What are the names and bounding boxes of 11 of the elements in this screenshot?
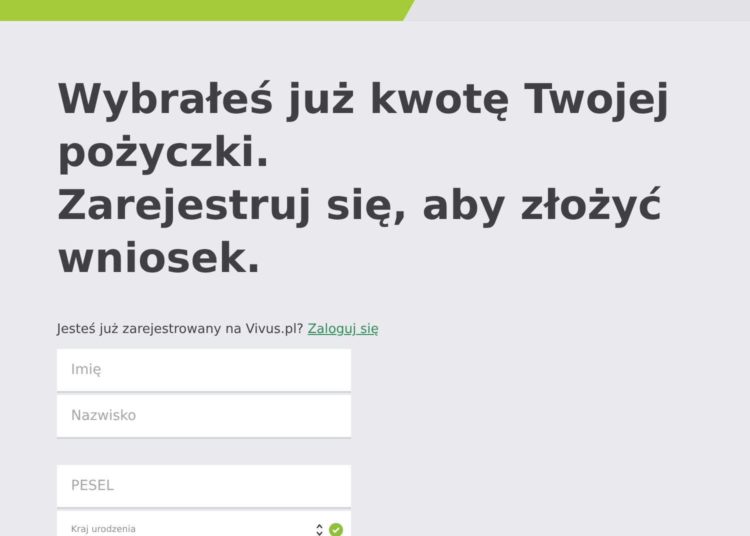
select-field[interactable]: Kraj urodzenia [57, 511, 351, 536]
sort-icon [316, 524, 323, 536]
step-tab[interactable] [0, 0, 415, 21]
field-label: Kraj urodzenia [71, 525, 136, 535]
text-field[interactable]: Imię [57, 349, 351, 393]
step-tab[interactable] [401, 0, 750, 21]
login-prompt: Jesteś już zarejestrowany na Vivus.pl? Zaloguj się [57, 322, 380, 337]
text-field[interactable]: Nazwisko [57, 395, 351, 439]
text-field[interactable]: PESEL [57, 465, 351, 509]
login-link[interactable]: Zaloguj się [308, 322, 379, 337]
page-heading: Wybrałeś już kwotę Twojej pożyczki. Zarejestruj się, aby złożyć wniosek. [57, 74, 671, 284]
